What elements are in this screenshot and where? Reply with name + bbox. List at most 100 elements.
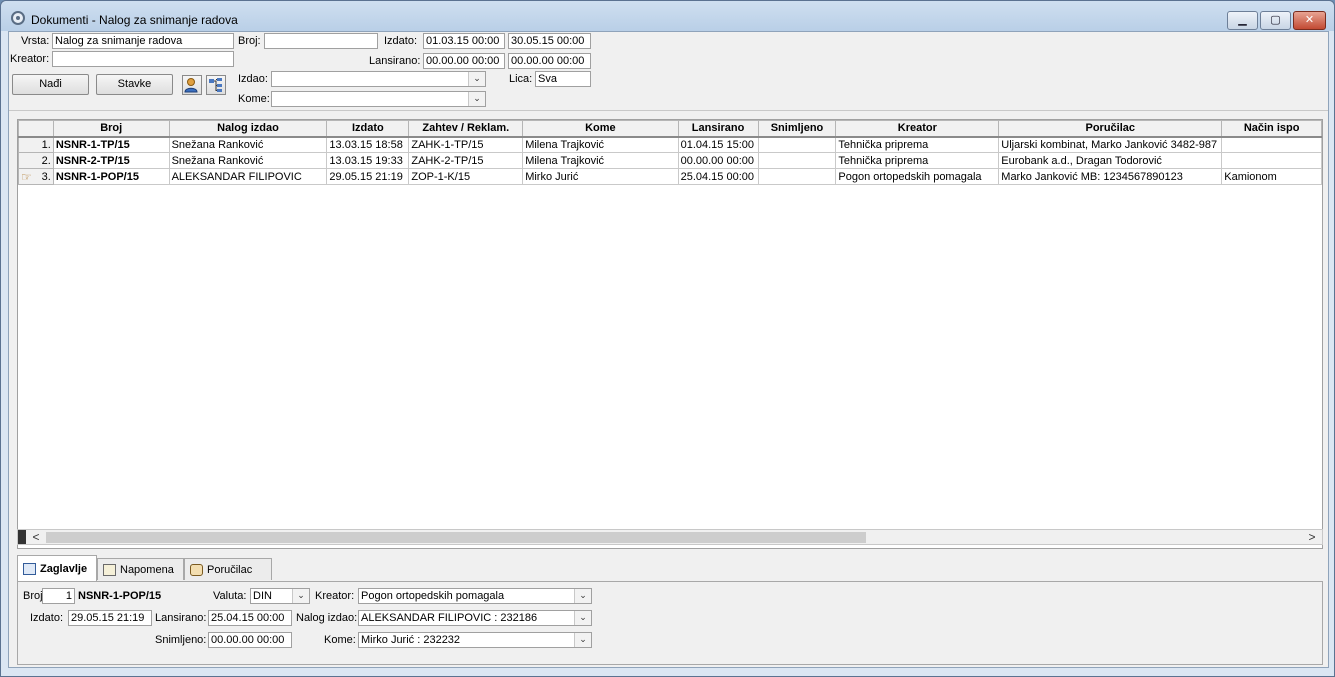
stavke-button[interactable]: Stavke: [96, 74, 173, 95]
detail-kome-label: Kome:: [324, 634, 356, 646]
detail-kreator-combo[interactable]: Pogon ortopedskih pomagala ⌄: [358, 588, 592, 604]
cell-izdato[interactable]: 13.03.15 18:58: [326, 136, 410, 153]
lica-field[interactable]: Sva: [535, 71, 591, 87]
cell-nalog-izdao[interactable]: Snežana Ranković: [168, 136, 328, 153]
chevron-down-icon[interactable]: ⌄: [574, 611, 591, 625]
tab-napomena[interactable]: Napomena: [97, 558, 184, 580]
scroll-thumb[interactable]: [46, 532, 866, 543]
detail-izdato-label: Izdato:: [30, 612, 64, 624]
detail-tabs: Zaglavlje Napomena Poručilac: [17, 555, 1323, 581]
cell-broj[interactable]: NSNR-2-TP/15: [52, 152, 170, 169]
close-button[interactable]: ✕: [1293, 11, 1326, 30]
column-header-izdato[interactable]: Izdato: [326, 120, 410, 138]
title-bar[interactable]: Dokumenti - Nalog za snimanje radova ▁ ▢…: [1, 1, 1334, 31]
user-filter-button[interactable]: [182, 75, 202, 95]
row-index: 1.: [18, 136, 54, 153]
cell-nalog-izdao[interactable]: Snežana Ranković: [168, 152, 328, 169]
scroll-left-icon[interactable]: <: [28, 530, 44, 544]
detail-kome-combo[interactable]: Mirko Jurić : 232232 ⌄: [358, 632, 592, 648]
detail-lansirano-label: Lansirano:: [155, 612, 207, 624]
table-row[interactable]: 1. NSNR-1-TP/15 Snežana Ranković 13.03.1…: [18, 136, 1322, 153]
tab-porucilac[interactable]: Poručilac: [184, 558, 272, 580]
column-header-kreator[interactable]: Kreator: [835, 120, 1000, 138]
tab-zaglavlje[interactable]: Zaglavlje: [17, 555, 97, 581]
column-header-nacin-ispo[interactable]: Način ispo: [1221, 120, 1322, 138]
nadji-button[interactable]: Nađi: [12, 74, 89, 95]
detail-lansirano-input[interactable]: 25.04.15 00:00: [208, 610, 292, 626]
table-row-selected[interactable]: ☞ 3. NSNR-1-POP/15 ALEKSANDAR FILIPOVIC …: [18, 168, 1322, 185]
column-header-porucilac[interactable]: Poručilac: [998, 120, 1223, 138]
cell-izdato[interactable]: 13.03.15 19:33: [326, 152, 410, 169]
cell-porucilac[interactable]: Uljarski kombinat, Marko Janković 3482-9…: [998, 136, 1223, 153]
tab-zaglavlje-label: Zaglavlje: [40, 563, 88, 575]
detail-panel: Broj: 1 NSNR-1-POP/15 Valuta: DIN ⌄ Krea…: [17, 581, 1323, 665]
cell-porucilac[interactable]: Eurobank a.d., Dragan Todorović: [998, 152, 1223, 169]
cell-zahtev[interactable]: ZAHK-2-TP/15: [408, 152, 524, 169]
chevron-down-icon[interactable]: ⌄: [468, 92, 485, 106]
izdao-combo[interactable]: ⌄: [271, 71, 486, 87]
kreator-input[interactable]: [52, 51, 234, 67]
lansirano-from-input[interactable]: 00.00.00 00:00: [423, 53, 505, 69]
minimize-button[interactable]: ▁: [1227, 11, 1258, 30]
tree-view-button[interactable]: [206, 75, 226, 95]
column-header-zahtev[interactable]: Zahtev / Reklam.: [408, 120, 524, 138]
cell-kome[interactable]: Milena Trajković: [522, 152, 679, 169]
column-header-broj[interactable]: Broj: [52, 120, 170, 138]
nalog-izdao-combo[interactable]: ALEKSANDAR FILIPOVIC : 232186 ⌄: [358, 610, 592, 626]
snimljeno-input[interactable]: 00.00.00 00:00: [208, 632, 292, 648]
cell-kreator[interactable]: Tehnička priprema: [835, 136, 1000, 153]
cell-snimljeno[interactable]: [757, 136, 837, 153]
cell-broj[interactable]: NSNR-1-TP/15: [52, 136, 170, 153]
cell-kome[interactable]: Milena Trajković: [522, 136, 679, 153]
lica-label: Lica:: [509, 73, 533, 85]
column-header-nalog-izdao[interactable]: Nalog izdao: [168, 120, 328, 138]
cell-zahtev[interactable]: ZAHK-1-TP/15: [408, 136, 524, 153]
cell-izdato[interactable]: 29.05.15 21:19: [326, 168, 410, 185]
cell-kome[interactable]: Mirko Jurić: [522, 168, 679, 185]
column-header-lansirano[interactable]: Lansirano: [677, 120, 759, 138]
chevron-down-icon[interactable]: ⌄: [292, 589, 309, 603]
chevron-down-icon[interactable]: ⌄: [574, 633, 591, 647]
detail-broj-input[interactable]: 1: [42, 588, 75, 604]
detail-kreator-value: Pogon ortopedskih pomagala: [361, 590, 505, 602]
cell-lansirano[interactable]: 01.04.15 15:00: [677, 136, 759, 153]
column-header-snimljeno[interactable]: Snimljeno: [757, 120, 837, 138]
maximize-button[interactable]: ▢: [1260, 11, 1291, 30]
izdato-to-input[interactable]: 30.05.15 00:00: [508, 33, 591, 49]
cell-kreator[interactable]: Pogon ortopedskih pomagala: [835, 168, 1000, 185]
column-header-kome[interactable]: Kome: [522, 120, 679, 138]
lansirano-label: Lansirano:: [369, 55, 421, 67]
table-row[interactable]: 2. NSNR-2-TP/15 Snežana Ranković 13.03.1…: [18, 152, 1322, 169]
cell-nacin-ispo[interactable]: [1221, 136, 1322, 153]
cell-zahtev[interactable]: ZOP-1-K/15: [408, 168, 524, 185]
valuta-combo[interactable]: DIN ⌄: [250, 588, 310, 604]
cell-lansirano[interactable]: 00.00.00 00:00: [677, 152, 759, 169]
vrsta-field[interactable]: Nalog za snimanje radova: [52, 33, 234, 49]
broj-input[interactable]: [264, 33, 378, 49]
cell-broj[interactable]: NSNR-1-POP/15: [52, 168, 170, 185]
cell-kreator[interactable]: Tehnička priprema: [835, 152, 1000, 169]
kome-combo[interactable]: ⌄: [271, 91, 486, 107]
kreator-label: Kreator:: [10, 53, 50, 65]
cell-snimljeno[interactable]: [757, 152, 837, 169]
cell-nacin-ispo[interactable]: [1221, 152, 1322, 169]
izdato-from-input[interactable]: 01.03.15 00:00: [423, 33, 505, 49]
cell-porucilac[interactable]: Marko Janković MB: 1234567890123: [998, 168, 1223, 185]
cell-nalog-izdao[interactable]: ALEKSANDAR FILIPOVIC: [168, 168, 328, 185]
documents-grid[interactable]: Broj Nalog izdao Izdato Zahtev / Reklam.…: [17, 119, 1323, 549]
detail-izdato-input[interactable]: 29.05.15 21:19: [68, 610, 152, 626]
tab-porucilac-label: Poručilac: [207, 564, 253, 576]
scroll-right-icon[interactable]: >: [1304, 530, 1320, 544]
valuta-value: DIN: [253, 590, 272, 602]
lansirano-to-input[interactable]: 00.00.00 00:00: [508, 53, 591, 69]
app-window: Dokumenti - Nalog za snimanje radova ▁ ▢…: [0, 0, 1335, 677]
cell-snimljeno[interactable]: [757, 168, 837, 185]
cell-lansirano[interactable]: 25.04.15 00:00: [677, 168, 759, 185]
chevron-down-icon[interactable]: ⌄: [468, 72, 485, 86]
scroll-marker: [18, 530, 26, 544]
horizontal-scrollbar[interactable]: < >: [17, 529, 1323, 545]
cell-nacin-ispo[interactable]: Kamionom: [1221, 168, 1322, 185]
chevron-down-icon[interactable]: ⌄: [574, 589, 591, 603]
minimize-icon: ▁: [1238, 14, 1247, 26]
app-icon: [11, 11, 25, 25]
